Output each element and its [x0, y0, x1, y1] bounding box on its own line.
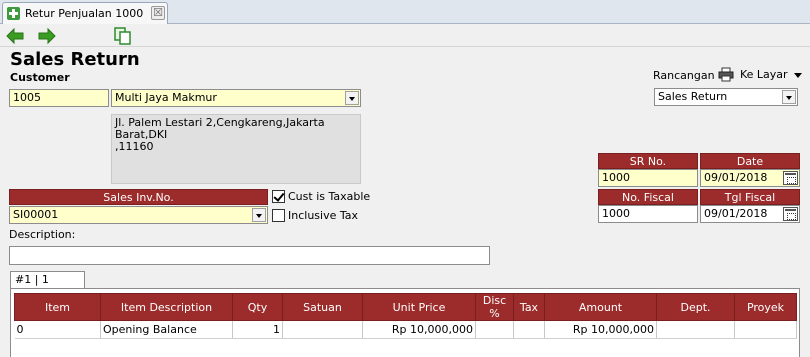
col-header-amount[interactable]: Amount — [544, 293, 657, 321]
col-header-dept[interactable]: Dept. — [656, 293, 735, 321]
dropdown-arrow-icon — [794, 73, 802, 78]
document-tab[interactable]: Retur Penjualan 1000 ☒ — [2, 2, 168, 24]
date-field[interactable]: 09/01/2018 — [700, 169, 800, 187]
address-line-2: ,11160 — [115, 140, 154, 153]
fiscal-date-field[interactable]: 09/01/2018 — [700, 205, 800, 223]
description-input[interactable] — [9, 246, 490, 265]
grid-header-row: Item Item Description Qty Satuan Unit Pr… — [14, 293, 797, 321]
close-tab-icon[interactable]: ☒ — [151, 6, 165, 20]
customer-code-field[interactable]: 1005 — [9, 89, 109, 107]
fiscal-date-value: 09/01/2018 — [704, 207, 768, 220]
cell-dept[interactable] — [656, 320, 735, 339]
fiscal-date-header: Tgl Fiscal — [700, 189, 800, 205]
table-row[interactable]: 0 Opening Balance 1 Rp 10,000,000 Rp 10,… — [14, 320, 797, 339]
date-value: 09/01/2018 — [704, 171, 768, 184]
cell-satuan[interactable] — [282, 320, 363, 339]
cell-tax[interactable] — [513, 320, 545, 339]
cell-disc[interactable] — [475, 320, 514, 339]
sales-inv-header: Sales Inv.No. — [9, 189, 268, 205]
template-value: Sales Return — [658, 90, 728, 103]
fiscal-no-header: No. Fiscal — [598, 189, 698, 205]
copy-icon[interactable] — [112, 26, 134, 46]
cell-proyek[interactable] — [734, 320, 797, 339]
output-dropdown[interactable]: Ke Layar — [716, 66, 804, 84]
calendar-icon[interactable] — [783, 171, 798, 185]
items-tab[interactable]: #1 | 1 Barang — [10, 271, 85, 301]
customer-address-box: Jl. Palem Lestari 2,Cengkareng,Jakarta B… — [111, 114, 361, 184]
cust-taxable-checkbox[interactable] — [272, 190, 285, 203]
inclusive-tax-label: Inclusive Tax — [288, 209, 359, 222]
col-header-satuan[interactable]: Satuan — [282, 293, 363, 321]
document-tab-label: Retur Penjualan 1000 — [25, 7, 144, 20]
chevron-down-icon[interactable] — [252, 208, 266, 222]
col-header-tax[interactable]: Tax — [513, 293, 545, 321]
back-arrow-icon[interactable] — [4, 26, 26, 46]
page-title: Sales Return — [10, 49, 140, 70]
description-label: Description: — [9, 228, 76, 241]
cust-taxable-label: Cust is Taxable — [288, 190, 371, 203]
col-header-item-description[interactable]: Item Description — [100, 293, 233, 321]
template-select[interactable]: Sales Return — [654, 88, 798, 106]
items-grid: Item Item Description Qty Satuan Unit Pr… — [14, 293, 797, 339]
date-header: Date — [700, 153, 800, 169]
add-document-icon — [6, 6, 21, 21]
customer-name-select[interactable]: Multi Jaya Makmur — [111, 89, 361, 107]
sales-inv-value: SI00001 — [13, 208, 59, 221]
fiscal-no-field[interactable]: 1000 — [598, 205, 698, 223]
inclusive-tax-checkbox[interactable] — [272, 209, 285, 222]
address-line-1: Jl. Palem Lestari 2,Cengkareng,Jakarta B… — [115, 116, 325, 141]
cell-item[interactable]: 0 — [14, 320, 101, 339]
cell-unit-price[interactable]: Rp 10,000,000 — [362, 320, 476, 339]
col-header-disc[interactable]: Disc % — [475, 293, 514, 321]
col-header-qty[interactable]: Qty — [232, 293, 283, 321]
customer-label: Customer — [10, 71, 70, 84]
sales-inv-select[interactable]: SI00001 — [9, 206, 268, 224]
col-header-unit-price[interactable]: Unit Price — [362, 293, 476, 321]
sr-no-field[interactable]: 1000 — [598, 169, 698, 187]
printer-icon — [718, 67, 734, 82]
cell-amount[interactable]: Rp 10,000,000 — [544, 320, 657, 339]
calendar-icon[interactable] — [783, 207, 798, 221]
cell-qty[interactable]: 1 — [232, 320, 283, 339]
sr-no-header: SR No. — [598, 153, 698, 169]
cell-item-description[interactable]: Opening Balance — [100, 320, 233, 339]
col-header-item[interactable]: Item — [14, 293, 101, 321]
output-label: Ke Layar — [740, 68, 788, 81]
col-header-proyek[interactable]: Proyek — [734, 293, 797, 321]
rancangan-label: Rancangan — [653, 69, 715, 82]
forward-arrow-icon[interactable] — [36, 26, 58, 46]
customer-name-value: Multi Jaya Makmur — [115, 91, 217, 104]
chevron-down-icon[interactable] — [782, 90, 796, 104]
chevron-down-icon[interactable] — [345, 91, 359, 105]
